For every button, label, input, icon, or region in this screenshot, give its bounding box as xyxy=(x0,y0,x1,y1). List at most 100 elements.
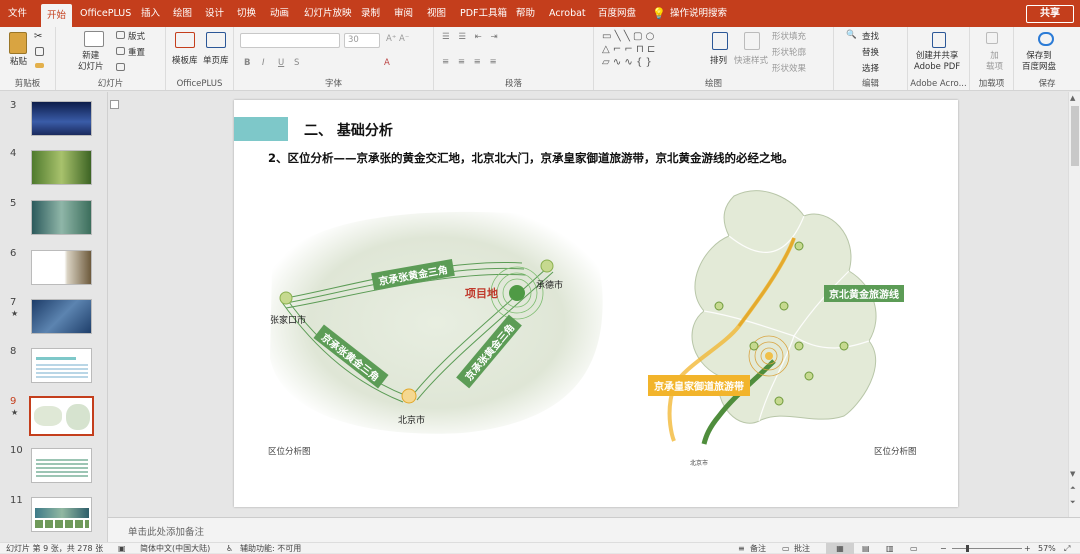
new-slide-icon[interactable] xyxy=(84,31,104,47)
font-family-select[interactable] xyxy=(240,33,340,48)
thumb-number: 9 xyxy=(10,396,17,407)
tell-me-search[interactable]: 操作说明搜索 xyxy=(670,0,727,27)
slide-thumbnail[interactable] xyxy=(31,348,92,383)
golden-line-label: 京北黄金旅游线 xyxy=(824,285,904,302)
shadow-button[interactable]: S xyxy=(294,58,299,68)
italic-button[interactable]: I xyxy=(262,58,265,68)
layout-button[interactable]: 版式 xyxy=(128,30,145,42)
notes-placeholder[interactable]: 单击此处添加备注 xyxy=(128,524,204,538)
tab-pdf-tools[interactable]: PDF工具箱 xyxy=(460,0,507,27)
align-buttons[interactable]: ≡ ≡ ≡ ≡ xyxy=(442,57,500,67)
slide-thumbnail[interactable] xyxy=(31,250,92,285)
addins-button[interactable]: 加 载项 xyxy=(986,51,1003,73)
tab-design[interactable]: 设计 xyxy=(205,0,224,27)
slide-thumbnail-pane[interactable]: 3 4 5 6 7 ★ 8 9 ★ 10 11 xyxy=(0,92,108,542)
select-button[interactable]: 选择 xyxy=(862,62,879,74)
section-icon[interactable] xyxy=(116,63,125,71)
paste-icon[interactable] xyxy=(9,32,27,54)
cut-icon[interactable]: ✂ xyxy=(34,31,42,42)
beijing-label: 北京市 xyxy=(690,460,709,467)
vertical-scrollbar[interactable]: ▲ ▼ ⏶ ⏷ xyxy=(1068,92,1080,517)
comments-icon: ▭ xyxy=(782,544,790,553)
single-page-library-button[interactable]: 单页库 xyxy=(203,54,229,66)
copy-icon[interactable] xyxy=(35,47,44,56)
shape-effects-button[interactable]: 形状效果 xyxy=(772,62,806,74)
arrange-button[interactable]: 排列 xyxy=(710,54,727,66)
tab-home[interactable]: 开始 xyxy=(41,4,73,27)
addins-icon xyxy=(986,32,998,44)
tab-transitions[interactable]: 切换 xyxy=(237,0,256,27)
tab-review[interactable]: 审阅 xyxy=(394,0,413,27)
next-slide-icon[interactable]: ⏷ xyxy=(1070,498,1076,507)
group-label: 段落 xyxy=(504,79,522,89)
accessibility-status[interactable]: 辅助功能: 不可用 xyxy=(240,543,301,554)
zoom-slider[interactable] xyxy=(952,548,1022,549)
create-adobe-pdf-button[interactable]: 创建并共享 Adobe PDF xyxy=(914,51,960,73)
tab-help[interactable]: 帮助 xyxy=(516,0,535,27)
slide-thumbnail[interactable] xyxy=(31,497,92,532)
share-button[interactable]: 共享 xyxy=(1026,5,1074,23)
shape-outline-button[interactable]: 形状轮廓 xyxy=(772,46,806,58)
new-slide-button[interactable]: 新建 幻灯片 xyxy=(78,51,104,73)
notes-toggle-button[interactable]: 备注 xyxy=(750,543,766,554)
left-map-caption: 区位分析图 xyxy=(268,447,311,457)
underline-button[interactable]: U xyxy=(278,58,284,68)
list-buttons[interactable]: ☰ ☰ ⇤ ⇥ xyxy=(442,32,501,42)
comments-button[interactable]: 批注 xyxy=(794,543,810,554)
quick-styles-button[interactable]: 快速样式 xyxy=(734,54,768,66)
bold-button[interactable]: B xyxy=(244,58,250,68)
tab-slideshow[interactable]: 幻灯片放映 xyxy=(304,0,352,27)
tab-officeplus[interactable]: OfficePLUS xyxy=(80,0,131,27)
replace-button[interactable]: 替换 xyxy=(862,46,879,58)
zoom-slider-thumb[interactable] xyxy=(966,545,969,552)
save-to-baidu-button[interactable]: 保存到 百度网盘 xyxy=(1022,51,1056,73)
tab-animations[interactable]: 动画 xyxy=(270,0,289,27)
scroll-down-icon[interactable]: ▼ xyxy=(1070,470,1075,478)
zoom-in-button[interactable]: + xyxy=(1024,543,1031,554)
tab-file[interactable]: 文件 xyxy=(8,0,27,27)
slide-thumbnail[interactable] xyxy=(31,448,92,483)
group-slides: 新建 幻灯片 版式 重置 幻灯片 xyxy=(56,27,166,90)
paste-button[interactable]: 粘贴 xyxy=(10,55,27,67)
template-library-button[interactable]: 模板库 xyxy=(172,54,198,66)
reading-view-button[interactable]: ▥ xyxy=(886,543,894,554)
slide-thumbnail[interactable] xyxy=(31,101,92,136)
slideshow-view-button[interactable]: ▭ xyxy=(910,543,918,554)
fit-slide-icon[interactable]: ⤢ xyxy=(1064,543,1070,554)
group-label: 保存 xyxy=(1038,79,1056,89)
slide-thumbnail[interactable] xyxy=(31,150,92,185)
group-addins: 加 载项 加载项 xyxy=(970,27,1014,90)
slide-sorter-view-button[interactable]: ▤ xyxy=(862,543,870,554)
scroll-up-icon[interactable]: ▲ xyxy=(1070,94,1075,102)
slide-thumbnail[interactable] xyxy=(31,200,92,235)
tab-draw[interactable]: 绘图 xyxy=(173,0,192,27)
tab-record[interactable]: 录制 xyxy=(361,0,380,27)
pane-resize-handle[interactable] xyxy=(110,100,119,109)
share-label: 共享 xyxy=(1040,8,1060,19)
zoom-level[interactable]: 57% xyxy=(1038,543,1056,554)
previous-slide-icon[interactable]: ⏶ xyxy=(1070,484,1076,493)
group-clipboard: 粘贴 ✂ 剪贴板 xyxy=(0,27,56,90)
slide-thumbnail-current[interactable] xyxy=(29,396,94,436)
tab-insert[interactable]: 插入 xyxy=(141,0,160,27)
notes-pane[interactable]: 单击此处添加备注 xyxy=(108,517,1080,542)
group-label: OfficePLUS xyxy=(176,79,223,89)
tab-baidu-netdisk[interactable]: 百度网盘 xyxy=(598,0,636,27)
find-button[interactable]: 查找 xyxy=(862,30,879,42)
tab-acrobat[interactable]: Acrobat xyxy=(549,0,586,27)
slide-canvas[interactable]: 二、 基础分析 2、区位分析——京承张的黄金交汇地，北京北大门，京承皇家御道旅游… xyxy=(234,100,958,507)
normal-view-button[interactable]: ▦ xyxy=(826,543,854,554)
slide-thumbnail[interactable] xyxy=(31,299,92,334)
shape-fill-button[interactable]: 形状填充 xyxy=(772,30,806,42)
group-adobe: 创建并共享 Adobe PDF Adobe Acro... xyxy=(908,27,970,90)
reset-button[interactable]: 重置 xyxy=(128,46,145,58)
grow-font-icon[interactable]: A⁺ A⁻ xyxy=(386,34,409,44)
tab-view[interactable]: 视图 xyxy=(427,0,446,27)
spellcheck-icon[interactable]: ▣ xyxy=(118,543,126,554)
language-indicator[interactable]: 简体中文(中国大陆) xyxy=(140,543,210,554)
format-painter-icon[interactable] xyxy=(35,63,44,68)
scroll-thumb[interactable] xyxy=(1071,106,1079,166)
zoom-out-button[interactable]: − xyxy=(940,543,947,554)
shapes-gallery[interactable]: ▭ ╲ ╲ ▢ ○ △ ⌐ ⌐ ⊓ ⊏ ▱ ∿ ∿ { } xyxy=(602,30,655,69)
font-color-button[interactable]: A xyxy=(384,58,390,68)
